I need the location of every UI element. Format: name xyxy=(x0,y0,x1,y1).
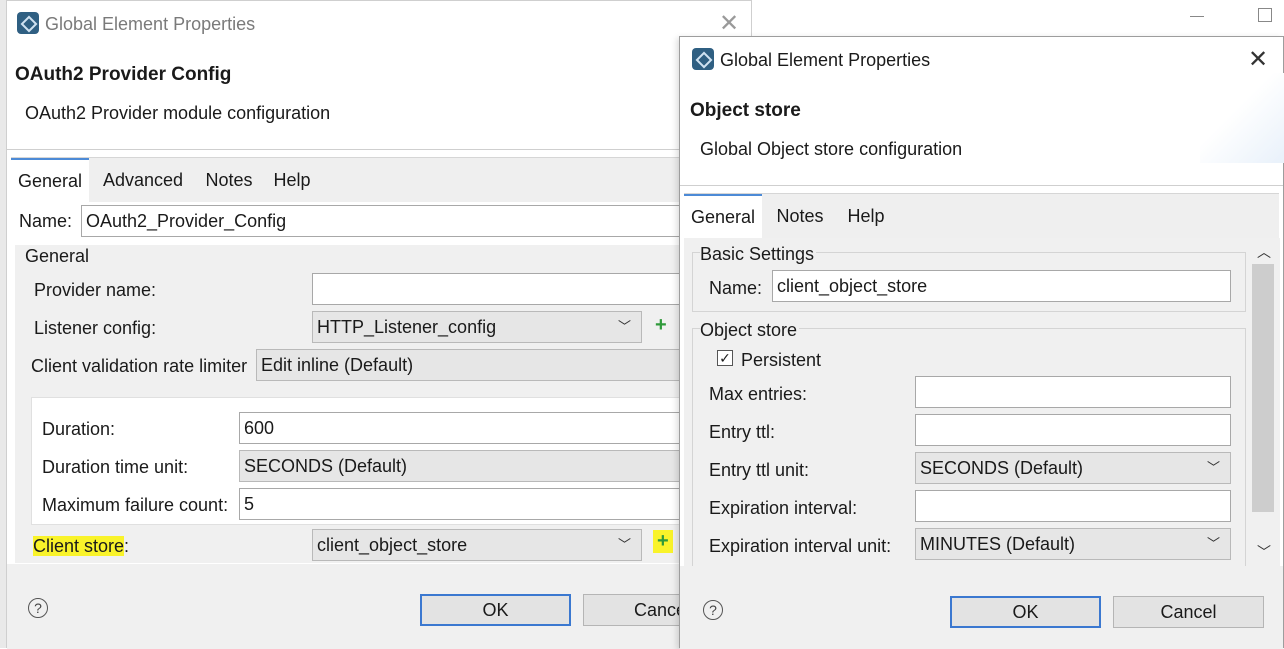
header-divider xyxy=(7,149,751,150)
client-store-label-colon: : xyxy=(124,536,130,556)
header-title: Object store xyxy=(690,100,801,121)
header-divider xyxy=(680,185,1283,186)
expiration-unit-value: MINUTES (Default) xyxy=(920,534,1076,554)
client-store-label: Client store: xyxy=(33,536,129,557)
help-icon[interactable]: ? xyxy=(703,600,723,620)
tab-notes[interactable]: Notes xyxy=(768,194,832,238)
chevron-down-icon: ﹀ xyxy=(1206,460,1220,475)
client-store-select[interactable]: client_object_store ﹀ xyxy=(312,529,642,561)
tab-help[interactable]: Help xyxy=(838,194,894,238)
duration-unit-select[interactable]: SECONDS (Default) xyxy=(239,450,753,482)
tab-help[interactable]: Help xyxy=(267,158,317,202)
name-label: Name: xyxy=(709,278,763,298)
header-description: OAuth2 Provider module configuration xyxy=(25,103,331,123)
tab-advanced[interactable]: Advanced xyxy=(97,158,189,202)
add-listener-plus-icon[interactable]: + xyxy=(655,314,667,337)
scrollbar-thumb[interactable] xyxy=(1252,264,1274,512)
background-restore-icon[interactable] xyxy=(1258,8,1272,22)
basic-settings-label: Basic Settings xyxy=(700,244,817,265)
scroll-down-icon[interactable]: ﹀ xyxy=(1257,542,1271,562)
app-logo-icon xyxy=(692,48,714,70)
rate-limiter-value: Edit inline (Default) xyxy=(261,355,414,375)
entry-ttl-unit-select[interactable]: SECONDS (Default) ﹀ xyxy=(915,452,1231,484)
client-store-value: client_object_store xyxy=(317,535,468,555)
entry-ttl-field[interactable] xyxy=(915,414,1231,446)
listener-config-value: HTTP_Listener_config xyxy=(317,317,497,337)
entry-ttl-unit-label: Entry ttl unit: xyxy=(709,460,810,480)
max-failure-label: Maximum failure count: xyxy=(42,495,229,515)
listener-config-label: Listener config: xyxy=(34,318,157,338)
app-logo-icon xyxy=(17,12,39,34)
cancel-button[interactable]: Cancel xyxy=(1113,596,1264,628)
entry-ttl-unit-value: SECONDS (Default) xyxy=(920,458,1084,478)
provider-name-label: Provider name: xyxy=(34,280,157,300)
tab-bar: General Notes Help xyxy=(684,193,1279,238)
persistent-checkbox[interactable]: ✓ xyxy=(717,350,733,366)
max-entries-field[interactable] xyxy=(915,376,1231,408)
add-client-store-plus-icon[interactable]: + xyxy=(653,530,673,553)
rate-limiter-select[interactable]: Edit inline (Default) xyxy=(256,349,752,381)
chevron-down-icon: ﹀ xyxy=(617,537,631,552)
tab-notes[interactable]: Notes xyxy=(197,158,261,202)
tab-general[interactable]: General xyxy=(11,158,89,202)
object-store-label: Object store xyxy=(700,320,800,341)
rate-limiter-label: Client validation rate limiter xyxy=(31,356,248,376)
cancel-button[interactable]: Cance xyxy=(583,594,686,626)
listener-config-select[interactable]: HTTP_Listener_config ﹀ xyxy=(312,311,642,343)
expiration-unit-select[interactable]: MINUTES (Default) ﹀ xyxy=(915,528,1231,560)
duration-field[interactable]: 600 xyxy=(239,412,753,444)
duration-unit-label: Duration time unit: xyxy=(42,457,189,477)
ok-button[interactable]: OK xyxy=(950,596,1101,628)
client-store-label-highlight: Client store xyxy=(33,536,125,556)
name-field[interactable]: OAuth2_Provider_Config xyxy=(81,205,751,237)
entry-ttl-label: Entry ttl: xyxy=(709,422,776,442)
expiration-interval-label: Expiration interval: xyxy=(709,498,858,518)
tab-general[interactable]: General xyxy=(684,194,762,238)
checkmark-icon: ✓ xyxy=(719,350,731,366)
help-icon[interactable]: ? xyxy=(28,598,48,618)
front-dialog: Global Element Properties ✕ Object store… xyxy=(679,36,1284,649)
tab-bar: General Advanced Notes Help xyxy=(11,157,751,202)
expiration-interval-field[interactable] xyxy=(915,490,1231,522)
header-title: OAuth2 Provider Config xyxy=(15,64,232,85)
header-description: Global Object store configuration xyxy=(700,139,963,159)
vertical-scrollbar[interactable]: ︿ ﹀ xyxy=(1250,238,1280,566)
back-dialog: Global Element Properties ✕ OAuth2 Provi… xyxy=(6,0,753,649)
header-decoration xyxy=(1200,73,1284,163)
chevron-down-icon: ﹀ xyxy=(1206,536,1220,551)
max-failure-field[interactable]: 5 xyxy=(239,488,753,520)
duration-label: Duration: xyxy=(42,419,116,439)
close-icon[interactable]: ✕ xyxy=(1248,45,1268,74)
name-label: Name: xyxy=(19,211,73,231)
close-icon[interactable]: ✕ xyxy=(719,9,739,38)
background-minimize-icon[interactable] xyxy=(1190,16,1204,17)
scroll-up-icon[interactable]: ︿ xyxy=(1257,242,1271,262)
chevron-down-icon: ﹀ xyxy=(617,319,631,334)
window-title: Global Element Properties xyxy=(720,50,931,70)
expiration-unit-label: Expiration interval unit: xyxy=(709,536,892,556)
name-field[interactable]: client_object_store xyxy=(772,270,1231,302)
max-entries-label: Max entries: xyxy=(709,384,808,404)
general-group-label: General xyxy=(25,246,90,266)
window-title: Global Element Properties xyxy=(45,14,256,34)
duration-unit-value: SECONDS (Default) xyxy=(244,456,408,476)
ok-button[interactable]: OK xyxy=(420,594,571,626)
persistent-label: Persistent xyxy=(741,350,822,370)
